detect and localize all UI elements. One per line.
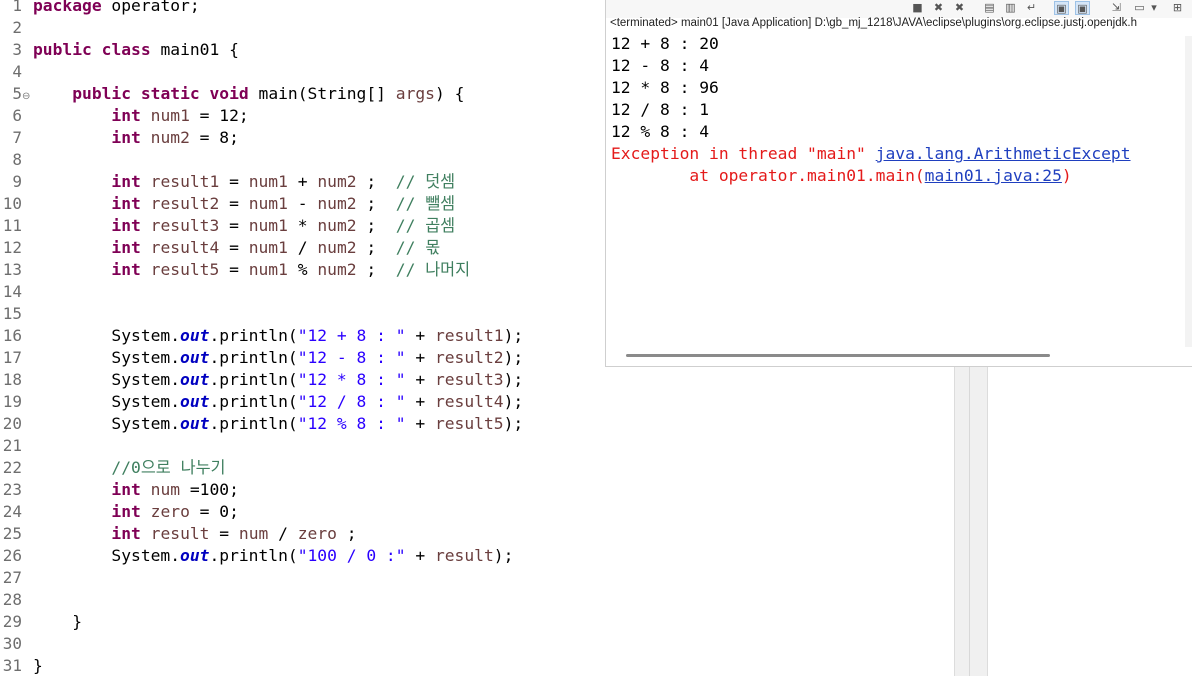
line-number: 13: [2, 260, 22, 279]
line-number: 1: [12, 0, 22, 15]
display-console-icon[interactable]: ▭: [1132, 1, 1147, 15]
trace-prefix: at operator.main01.main(: [611, 166, 925, 185]
line-number: 5: [12, 84, 22, 103]
line-number: 18: [2, 370, 22, 389]
console-output-line: 12 * 8 : 96: [611, 78, 719, 97]
line-number: 19: [2, 392, 22, 411]
code-text: int result2 = num1 - num2 ; // 뺄셈: [111, 194, 456, 213]
line-number: 8: [12, 150, 22, 169]
code-text: int num2 = 8;: [111, 128, 239, 147]
show-stderr-icon[interactable]: ▣: [1075, 1, 1090, 15]
line-number: 23: [2, 480, 22, 499]
line-number: 30: [2, 634, 22, 653]
stack-trace-line: at operator.main01.main(main01.java:25): [611, 165, 1072, 187]
editor-right-gutter: [954, 367, 988, 676]
code-text: int result4 = num1 / num2 ; // 몫: [111, 238, 441, 257]
code-text: System.out.println("12 / 8 : " + result4…: [33, 392, 524, 411]
console-output-line: 12 / 8 : 1: [611, 100, 710, 119]
console-view[interactable]: ■ ✖ ✖ ▤ ▥ ↵ ▣ ▣ ⇲ ▭ ▾ ⊞ <terminated> mai…: [605, 0, 1192, 367]
line-number: 21: [2, 436, 22, 455]
code-text: int result3 = num1 * num2 ; // 곱셈: [111, 216, 456, 235]
remove-all-icon[interactable]: ✖: [952, 1, 967, 15]
line-number: 31: [2, 656, 22, 675]
line-number: 12: [2, 238, 22, 257]
open-console-icon[interactable]: ⊞: [1170, 1, 1185, 15]
line-number: 24: [2, 502, 22, 521]
line-number: 10: [2, 194, 22, 213]
console-output-line: 12 - 8 : 4: [611, 56, 710, 75]
code-text: int result1 = num1 + num2 ; // 덧셈: [111, 172, 456, 191]
console-output-line: 12 + 8 : 20: [611, 34, 719, 53]
pin-console-icon[interactable]: ⇲: [1109, 1, 1124, 15]
dropdown-icon[interactable]: ▾: [1149, 1, 1159, 15]
line-number: 29: [2, 612, 22, 631]
exception-line: Exception in thread "main" java.lang.Ari…: [611, 143, 1131, 165]
line-number: 4: [12, 62, 22, 81]
line-number: 27: [2, 568, 22, 587]
code-text: }: [33, 612, 83, 631]
line-number: 9: [12, 172, 22, 191]
word-wrap-icon[interactable]: ↵: [1024, 1, 1039, 15]
exception-class-link[interactable]: java.lang.ArithmeticExcept: [876, 144, 1131, 163]
console-status: <terminated> main01 [Java Application] D…: [610, 17, 1137, 29]
code-text: }: [33, 656, 43, 675]
trace-suffix: ): [1061, 166, 1072, 185]
line-number: 25: [2, 524, 22, 543]
line-number: 15: [2, 304, 22, 323]
code-text: public static void main(String[] args) {: [72, 84, 465, 103]
gutter-divider: [969, 367, 970, 676]
code-text: int zero = 0;: [111, 502, 239, 521]
scroll-lock-icon[interactable]: ▥: [1003, 1, 1018, 15]
console-scroll-thumb[interactable]: [626, 354, 1050, 357]
code-text: System.out.println("12 - 8 : " + result2…: [33, 348, 524, 367]
console-output-line: 12 % 8 : 4: [611, 122, 710, 141]
remove-launch-icon[interactable]: ✖: [931, 1, 946, 15]
line-number: 17: [2, 348, 22, 367]
line-number: 20: [2, 414, 22, 433]
line-number: 26: [2, 546, 22, 565]
line-number: 16: [2, 326, 22, 345]
line-number: 28: [2, 590, 22, 609]
console-vertical-edge: [1185, 36, 1192, 348]
line-number: 22: [2, 458, 22, 477]
exception-prefix: Exception in thread "main": [611, 144, 876, 163]
line-number: 7: [12, 128, 22, 147]
show-stdout-icon[interactable]: ▣: [1054, 1, 1069, 15]
line-number: 6: [12, 106, 22, 125]
code-text: int result = num / zero ;: [111, 524, 357, 543]
code-text: int num =100;: [111, 480, 239, 499]
code-text: System.out.println("12 % 8 : " + result5…: [33, 414, 524, 433]
stop-icon[interactable]: ■: [910, 1, 925, 15]
fold-toggle-icon[interactable]: ⊖: [22, 86, 30, 108]
code-text: System.out.println("12 + 8 : " + result1…: [33, 326, 524, 345]
line-number: 3: [12, 40, 22, 59]
line-number: 14: [2, 282, 22, 301]
console-toolbar: ■ ✖ ✖ ▤ ▥ ↵ ▣ ▣ ⇲ ▭ ▾ ⊞: [606, 0, 1192, 18]
code-text: System.out.println("100 / 0 :" + result)…: [33, 546, 514, 565]
code-text: //0으로 나누기: [111, 458, 226, 477]
code-text: int num1 = 12;: [111, 106, 249, 125]
code-text: public class main01 {: [33, 40, 239, 59]
line-number: 2: [12, 18, 22, 37]
code-text: int result5 = num1 % num2 ; // 나머지: [111, 260, 471, 279]
trace-source-link[interactable]: main01.java:25: [925, 166, 1062, 185]
clear-console-icon[interactable]: ▤: [982, 1, 997, 15]
line-number: 11: [2, 216, 22, 235]
code-text: package operator;: [33, 0, 200, 15]
code-text: System.out.println("12 * 8 : " + result3…: [33, 370, 524, 389]
